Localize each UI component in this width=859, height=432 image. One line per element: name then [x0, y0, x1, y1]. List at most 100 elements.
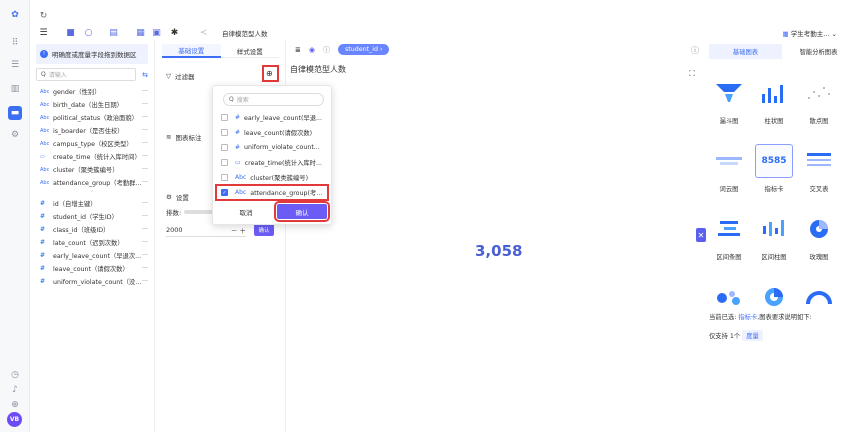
tab-basic-charts[interactable]: 基础图表 — [709, 44, 782, 59]
popup-search-input[interactable]: Q 搜索 — [223, 93, 324, 106]
chart-type-option[interactable] — [799, 280, 839, 338]
more-icon[interactable]: ··· — [142, 114, 148, 121]
tab-basic-settings[interactable]: 基础设置 — [162, 44, 221, 58]
field-item[interactable]: # late_count（迟到次数） ··· — [30, 236, 154, 249]
chart-type-option[interactable]: 8585 指标卡 — [754, 144, 794, 202]
info-circle-icon[interactable]: ⓘ — [323, 45, 330, 55]
refresh-icon[interactable]: ↻ — [38, 10, 49, 21]
settings-icon[interactable]: ⚙ — [8, 128, 22, 142]
copy-icon[interactable]: ▣ — [151, 27, 162, 38]
cancel-button[interactable]: 取消 — [221, 204, 271, 219]
popup-field-item[interactable]: Abc cluster(聚类簇编号) — [213, 170, 331, 185]
more-icon[interactable]: ··· — [142, 239, 148, 246]
help-icon[interactable]: ⊕ — [8, 398, 22, 412]
more-icon[interactable]: ··· — [142, 278, 148, 285]
undo-icon[interactable]: ○ — [83, 27, 94, 38]
more-icon[interactable]: ··· — [142, 153, 148, 160]
popup-field-item[interactable]: # leave_count(请假次数) — [213, 125, 331, 140]
checkbox[interactable] — [221, 144, 228, 151]
limit-confirm-button[interactable]: 确认 — [254, 224, 274, 236]
field-item[interactable]: # student_id（学生ID） ··· — [30, 210, 154, 223]
checkbox[interactable] — [221, 129, 228, 136]
chart-type-option[interactable]: 散点图 — [799, 76, 839, 134]
more-icon[interactable]: ··· — [142, 179, 148, 186]
add-filter-icon[interactable]: ⊕ — [266, 69, 273, 78]
tab-style-settings[interactable]: 样式设置 — [220, 44, 279, 58]
chart-type-option[interactable]: 玫瑰图 — [799, 212, 839, 270]
popup-field-label: create_time(统计入库时... — [244, 160, 322, 167]
settings-circle-icon[interactable]: ◉ — [309, 46, 315, 54]
field-item[interactable]: Abc political_status（政治面貌） ··· — [30, 111, 154, 124]
more-icon[interactable]: ··· — [142, 200, 148, 207]
field-item[interactable]: Abc is_boarder（是否住校） ··· — [30, 124, 154, 137]
more-icon[interactable]: ··· — [142, 213, 148, 220]
database-icon[interactable]: ☰ — [8, 58, 22, 72]
checkbox[interactable] — [221, 114, 228, 121]
chart-type-grid: 漏斗图 柱状图 散点图词云图 8585 指标卡 交叉表区间条图 区间柱图 玫瑰图 — [709, 76, 839, 338]
field-item[interactable]: Abc cluster（聚类簇编号） ··· — [30, 163, 154, 176]
checkbox[interactable] — [221, 174, 228, 181]
chart-type-option[interactable]: 词云图 — [709, 144, 749, 202]
checkbox[interactable] — [221, 159, 228, 166]
save-icon[interactable]: ■ — [65, 27, 76, 38]
table-icon[interactable]: ▤ — [108, 27, 119, 38]
field-label: id（自增主键） — [53, 201, 97, 208]
collapse-icon[interactable]: ⇆ — [142, 71, 148, 79]
chart-type-option[interactable]: 区间条图 — [709, 212, 749, 270]
field-item[interactable]: Abc gender（性别） ··· — [30, 85, 154, 98]
field-item[interactable]: ▭ create_time（统计入库时间） ··· — [30, 150, 154, 163]
more-icon[interactable]: ··· — [142, 166, 148, 173]
more-icon[interactable]: ··· — [142, 101, 148, 108]
info-icon-right[interactable]: ⓘ — [691, 45, 699, 56]
more-icon[interactable]: ··· — [142, 140, 148, 147]
field-search-input[interactable]: Q 请输入 — [36, 68, 136, 81]
field-item[interactable]: # id（自增主键） ··· — [30, 197, 154, 210]
gear-icon[interactable]: ✱ — [169, 27, 180, 38]
popup-field-item[interactable]: # early_leave_count(早退... — [213, 110, 331, 125]
measure-type-icon: # — [235, 144, 241, 151]
field-item[interactable]: # early_leave_count（早退次... ··· — [30, 249, 154, 262]
tab-smart-charts[interactable]: 智能分析图表 — [782, 44, 855, 59]
dataset-selector[interactable]: ▦ 学生考勤主... ⌄ — [783, 28, 837, 38]
field-item[interactable]: # leave_count（请假次数） ··· — [30, 262, 154, 275]
popup-field-item[interactable]: ▭ create_time(统计入库时... — [213, 155, 331, 170]
field-item[interactable]: Abc attendance_group（考勤群... ··· — [30, 176, 154, 189]
clock-icon[interactable]: ◷ — [8, 368, 22, 382]
bell-icon[interactable]: ♪ — [8, 383, 22, 397]
limit-input[interactable]: 2000 － ＋ — [166, 224, 246, 237]
toolbar: ↻ ☰ ■ ○ ▤ ▦ ▣ ✱ ≺ 自律模范型人数 ▦ 学生考勤主... ⌄ — [30, 0, 859, 40]
grid-icon[interactable]: ⠿ — [8, 36, 22, 50]
field-item[interactable]: Abc campus_type（校区类型） ··· — [30, 137, 154, 150]
more-icon[interactable]: ··· — [142, 127, 148, 134]
chart-type-option[interactable]: 柱状图 — [754, 76, 794, 134]
current-link[interactable]: 指标卡 — [738, 314, 757, 321]
popup-field-item[interactable]: # uniform_violate_count... — [213, 140, 331, 155]
sort-slider[interactable] — [184, 210, 215, 214]
chart-icon[interactable]: ▥ — [8, 82, 22, 96]
chart-type-option[interactable]: 漏斗图 — [709, 76, 749, 134]
confirm-button[interactable]: 确认 — [274, 201, 330, 222]
stepper-icon[interactable]: － ＋ — [231, 225, 246, 235]
measure-tag: 度量 — [742, 330, 763, 341]
more-icon[interactable]: ··· — [142, 88, 148, 95]
more-icon[interactable]: ··· — [142, 226, 148, 233]
folder-icon[interactable]: ▬ — [8, 106, 22, 120]
field-item[interactable]: # uniform_violate_count（没... ··· — [30, 275, 154, 288]
field-item[interactable]: # class_id（班级ID） ··· — [30, 223, 154, 236]
menu-icon[interactable]: ☰ — [38, 27, 49, 38]
list-icon[interactable]: ≣ — [295, 46, 301, 54]
popup-field-item[interactable]: ✓ Abc attendance_group(考... — [215, 184, 329, 201]
layout-icon[interactable]: ▦ — [135, 27, 146, 38]
field-item[interactable]: Abc birth_date（出生日期） ··· — [30, 98, 154, 111]
chart-type-option[interactable]: 交叉表 — [799, 144, 839, 202]
divider-handle[interactable]: ⁼ — [30, 189, 154, 197]
more-icon[interactable]: ··· — [142, 265, 148, 272]
share-icon[interactable]: ≺ — [198, 27, 209, 38]
chart-type-option[interactable]: 区间柱图 — [754, 212, 794, 270]
field-pill[interactable]: student_id › — [337, 44, 390, 55]
metric-value: 3,058 — [475, 242, 523, 260]
fullscreen-icon[interactable]: ⛶ — [689, 69, 695, 79]
checkbox[interactable]: ✓ — [221, 189, 228, 196]
avatar[interactable]: VB — [7, 412, 22, 427]
more-icon[interactable]: ··· — [142, 252, 148, 259]
